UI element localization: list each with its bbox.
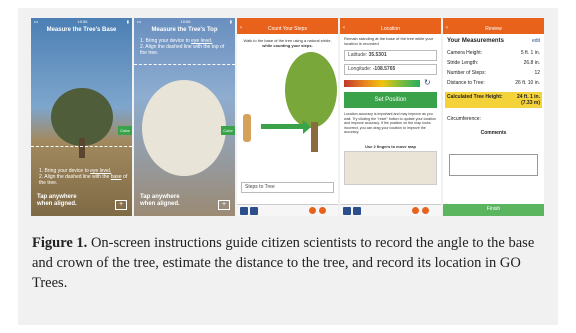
caption-text: On-screen instructions guide citizen sci… bbox=[32, 235, 535, 291]
home-icon[interactable] bbox=[240, 207, 248, 215]
plus-button[interactable]: + bbox=[115, 200, 127, 210]
help-icon[interactable] bbox=[422, 207, 429, 214]
measurement-row: Stride Length: 26.8 in. bbox=[447, 60, 540, 66]
figure: ••• 10:56 ▮ Measure the Tree's Base Color … bbox=[18, 8, 558, 325]
camera-icon[interactable] bbox=[309, 207, 316, 214]
steps-input[interactable]: Steps to Tree bbox=[241, 182, 334, 193]
plus-button[interactable]: + bbox=[218, 200, 230, 210]
set-position-button[interactable]: Set Position bbox=[344, 92, 437, 108]
tap-instruction[interactable]: Tap anywhere when aligned. bbox=[140, 194, 180, 208]
comments-label: Comments bbox=[480, 130, 507, 136]
caption-label: Figure 1. bbox=[32, 235, 88, 251]
location-instruction: Remain standing at the base of the tree … bbox=[344, 36, 434, 46]
camera-icon[interactable] bbox=[412, 207, 419, 214]
status-bar: ••• 10:56 ▮ bbox=[34, 19, 129, 24]
arrow-icon bbox=[261, 124, 307, 129]
map-hint: Use 2 fingers to move map bbox=[365, 144, 416, 149]
tree-trunk bbox=[79, 138, 85, 158]
measurement-row: Distance to Tree: 26 ft. 10 in. bbox=[447, 80, 540, 86]
phone-review: ‹ Review Your Measurements edit Camera H… bbox=[443, 18, 544, 216]
finish-bar: Finish bbox=[443, 204, 544, 216]
phone-count-steps: ‹ Count Your Steps Walk to the base of t… bbox=[237, 18, 338, 216]
tree-image bbox=[142, 80, 226, 176]
status-bar: ••• 10:56 ▮ bbox=[137, 19, 232, 24]
accuracy-note: Location accuracy is important and may i… bbox=[344, 112, 437, 135]
chart-icon[interactable] bbox=[250, 207, 258, 215]
phone-measure-top: ••• 10:56 ▮ Measure the Tree's Top 1. Brin… bbox=[134, 18, 235, 216]
latitude-field: Latitude: 35.5301 bbox=[344, 50, 437, 61]
reset-icon[interactable]: ↻ bbox=[424, 78, 431, 87]
longitude-field: Longitude: -108.5765 bbox=[344, 64, 437, 75]
circumference-row: Circumference: bbox=[447, 116, 481, 122]
comments-input[interactable] bbox=[449, 154, 538, 176]
bottom-toolbar bbox=[237, 204, 338, 216]
screenshot-strip: ••• 10:56 ▮ Measure the Tree's Base Color … bbox=[31, 18, 545, 216]
app-header: ‹ Count Your Steps bbox=[237, 18, 338, 34]
home-icon[interactable] bbox=[343, 207, 351, 215]
header-title: Review bbox=[485, 26, 502, 32]
alignment-dashed-line[interactable] bbox=[31, 146, 132, 147]
tap-instruction[interactable]: Tap anywhere when aligned. bbox=[37, 194, 77, 208]
header-title: Location bbox=[381, 26, 400, 32]
phone-measure-base: ••• 10:56 ▮ Measure the Tree's Base Color … bbox=[31, 18, 132, 216]
walker-icon bbox=[243, 114, 251, 142]
measurement-row: Number of Steps: 12 bbox=[447, 70, 540, 76]
screen-title: Measure the Tree's Top bbox=[151, 27, 218, 33]
map[interactable] bbox=[344, 151, 437, 185]
edit-link[interactable]: edit bbox=[532, 38, 540, 44]
chart-icon[interactable] bbox=[353, 207, 361, 215]
accuracy-bar bbox=[344, 80, 420, 87]
header-title: Count Your Steps bbox=[268, 26, 307, 32]
finish-button[interactable]: Finish bbox=[443, 206, 544, 212]
your-measurements-heading: Your Measurements bbox=[447, 38, 504, 44]
alignment-dashed-line[interactable] bbox=[134, 64, 235, 65]
app-header: ‹ Review bbox=[443, 18, 544, 34]
color-tab[interactable]: Color bbox=[118, 126, 132, 135]
color-tab[interactable]: Color bbox=[221, 126, 235, 135]
arrow-head-icon bbox=[303, 120, 311, 134]
calculated-height: Calculated Tree Height: 24 ft. 1 in. (7.3… bbox=[445, 92, 542, 108]
instructions: 1. Bring your device to eye level. 2. Al… bbox=[140, 38, 225, 56]
help-icon[interactable] bbox=[319, 207, 326, 214]
bottom-toolbar bbox=[340, 204, 441, 216]
tree-illustration bbox=[285, 52, 337, 128]
screen-title: Measure the Tree's Base bbox=[46, 27, 117, 33]
app-header: ‹ Location bbox=[340, 18, 441, 34]
measurement-row: Camera Height: 5 ft. 1 in. bbox=[447, 50, 540, 56]
phone-location: ‹ Location Remain standing at the base o… bbox=[340, 18, 441, 216]
tree-trunk bbox=[311, 122, 318, 152]
instructions: 1. Bring your device to eye level. 2. Al… bbox=[39, 168, 128, 186]
figure-caption: Figure 1. On-screen instructions guide c… bbox=[32, 233, 552, 293]
step-instruction: Walk to the base of the tree using a nat… bbox=[243, 38, 332, 48]
